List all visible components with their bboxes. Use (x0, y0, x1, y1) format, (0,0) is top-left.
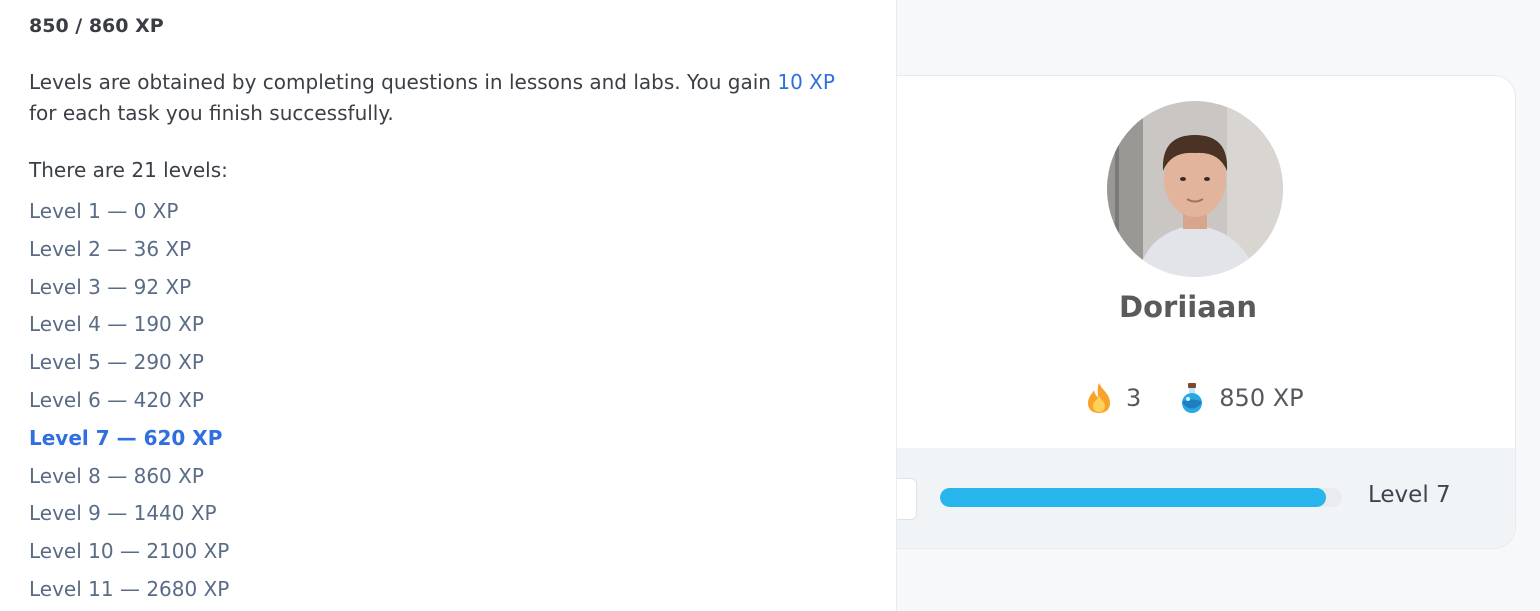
levels-info-panel: 850 / 860 XP Levels are obtained by comp… (0, 0, 897, 611)
level-item: Level 11 — 2680 XP (29, 576, 230, 601)
xp-total: 850 / 860 XP (29, 15, 164, 37)
level-item: Level 8 — 860 XP (29, 463, 204, 488)
streak-count: 3 (1126, 384, 1142, 412)
xp-value: 850 XP (1219, 384, 1304, 412)
xp-gain-highlight: 10 XP (777, 70, 835, 94)
level-item: Level 9 — 1440 XP (29, 501, 217, 526)
level-item: Level 10 — 2100 XP (29, 539, 230, 564)
streak-stat: 3 (1086, 382, 1141, 414)
level-item: Level 1 — 0 XP (29, 199, 179, 223)
avatar (1107, 101, 1283, 277)
level-item: Level 7 — 620 XP (29, 425, 223, 450)
description-text-end: for each task you finish successfully. (29, 101, 394, 125)
potion-icon (1182, 383, 1203, 413)
profile-card: Doriiaan 3 850 XP Level 7 (860, 75, 1516, 549)
level-item: Level 4 — 190 XP (29, 312, 204, 337)
description-text-start: Levels are obtained by completing questi… (29, 70, 778, 94)
level-item: Level 5 — 290 XP (29, 350, 204, 375)
level-label: Level 7 (1368, 482, 1451, 508)
level-progress-bar (940, 488, 1342, 507)
level-item: Level 6 — 420 XP (29, 387, 204, 412)
level-item: Level 2 — 36 XP (29, 236, 192, 261)
levels-count: There are 21 levels: (29, 158, 228, 182)
levels-description: Levels are obtained by completing questi… (29, 67, 859, 129)
level-item: Level 3 — 92 XP (29, 274, 192, 299)
xp-stat: 850 XP (1179, 382, 1304, 414)
flame-icon (1088, 383, 1110, 413)
levels-list: Level 1 — 0 XP Level 2 — 36 XP Level 3 — 9… (29, 193, 896, 609)
stats-row: 3 850 XP (1086, 382, 1304, 414)
level-progress-fill (940, 488, 1326, 507)
username: Doriiaan (1119, 290, 1257, 324)
